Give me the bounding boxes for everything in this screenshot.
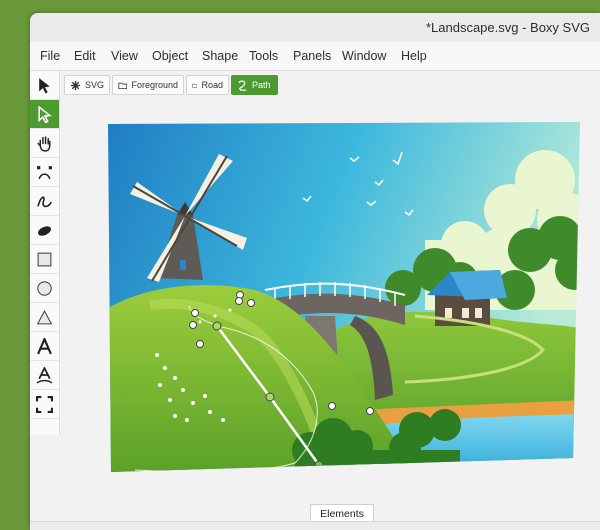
node-pointer-icon [38, 105, 52, 123]
landscape-artwork[interactable] [105, 120, 583, 476]
blob-tool[interactable] [30, 216, 59, 245]
breadcrumb-foreground[interactable]: Foreground [112, 75, 184, 95]
breadcrumb-road-label: Road [201, 80, 223, 90]
text-icon [37, 337, 52, 354]
menu-file[interactable]: File [40, 49, 60, 63]
text-path-icon [36, 366, 53, 384]
triangle-icon [36, 309, 53, 324]
menu-object[interactable]: Object [152, 49, 188, 63]
menu-panels[interactable]: Panels [293, 49, 331, 63]
arrow-pointer-icon [39, 77, 50, 93]
rectangle-tool[interactable] [30, 245, 59, 274]
path-icon [238, 80, 247, 91]
menu-bar: File Edit View Object Shape Tools Panels… [30, 42, 600, 71]
breadcrumb-foreground-label: Foreground [131, 80, 178, 90]
group-icon [118, 82, 128, 89]
title-bar[interactable]: *Landscape.svg - Boxy SVG [30, 13, 600, 42]
menu-tools[interactable]: Tools [249, 49, 278, 63]
ellipse-tool[interactable] [30, 274, 59, 303]
freehand-tool[interactable] [30, 187, 59, 216]
breadcrumb-path[interactable]: Path [231, 75, 278, 95]
breadcrumb-road[interactable]: Road [186, 75, 229, 95]
freehand-icon [37, 195, 52, 207]
canvas[interactable] [60, 98, 600, 518]
triangle-tool[interactable] [30, 303, 59, 332]
bezier-tool[interactable] [30, 158, 59, 187]
breadcrumb-svg-label: SVG [84, 80, 104, 90]
text-on-path-tool[interactable] [30, 361, 59, 390]
svg-root-icon [70, 80, 81, 90]
breadcrumb-path-label: Path [252, 80, 271, 90]
status-bar [30, 521, 600, 530]
crop-icon [36, 395, 53, 413]
hand-icon [37, 135, 51, 152]
text-tool[interactable] [30, 332, 59, 361]
toolbox [30, 71, 60, 435]
elements-panel-tab[interactable]: Elements [310, 504, 374, 522]
menu-window[interactable]: Window [342, 49, 386, 63]
node-edit-tool[interactable] [30, 100, 59, 129]
bezier-icon [37, 165, 52, 179]
group-icon [192, 83, 198, 88]
menu-shape[interactable]: Shape [202, 49, 238, 63]
pan-tool[interactable] [30, 129, 59, 158]
menu-edit[interactable]: Edit [74, 49, 96, 63]
menu-help[interactable]: Help [401, 49, 427, 63]
square-icon [37, 252, 52, 266]
blob-icon [38, 225, 51, 236]
circle-icon [37, 280, 52, 296]
select-tool[interactable] [30, 71, 59, 100]
crop-tool[interactable] [30, 390, 59, 419]
menu-view[interactable]: View [111, 49, 138, 63]
window-title: *Landscape.svg - Boxy SVG [425, 20, 590, 35]
app-window: *Landscape.svg - Boxy SVG File Edit View… [30, 13, 600, 530]
breadcrumb-svg[interactable]: SVG [64, 75, 110, 95]
